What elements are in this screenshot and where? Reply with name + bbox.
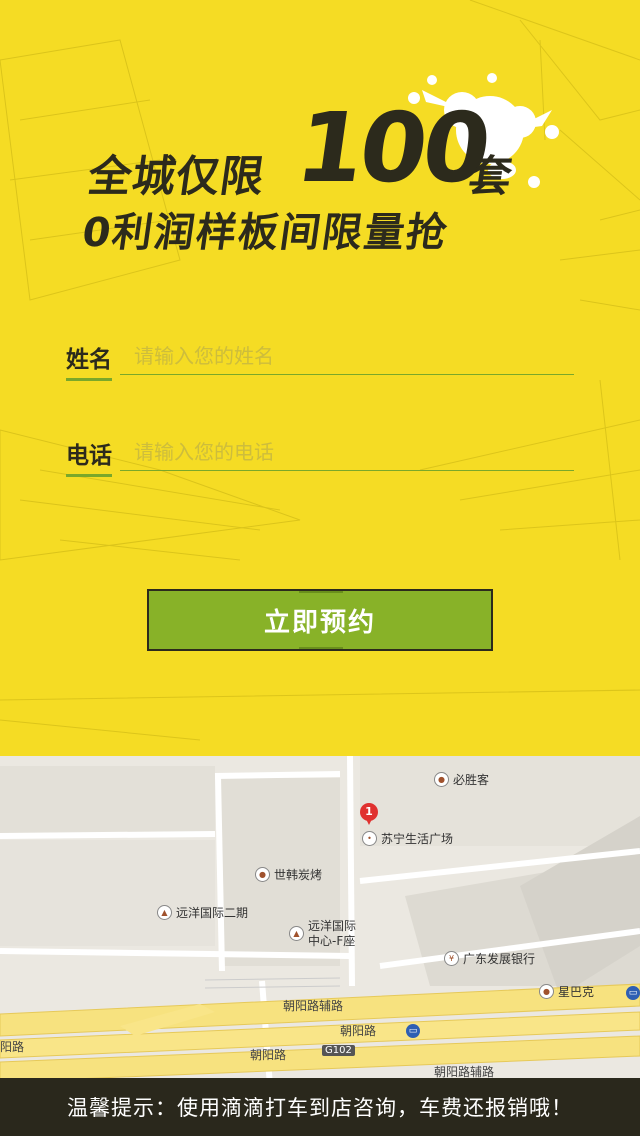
road-label: 朝阳路 [340,1024,377,1038]
poi-label: 中心-F座 [308,934,356,948]
phone-underline [120,470,574,471]
poi-label: 苏宁生活广场 [381,832,454,846]
footer-tip-bar: 温馨提示：使用滴滴打车到店咨询，车费还报销哦！ [0,1078,640,1136]
location-map[interactable]: ● 必胜客 • 苏宁生活广场 ● 世韩炭烤 ▲ 远洋国际二期 ▲ 远洋国际 中心… [0,756,640,1086]
book-now-button[interactable]: 立即预约 [147,589,493,651]
poi-pizza-hut[interactable]: ● 必胜客 [434,771,489,788]
poi-yuanyang-f[interactable]: ▲ 远洋国际 中心-F座 [289,919,356,949]
bus-stop-icon[interactable]: ▭ [406,1024,420,1038]
name-label: 姓名 [66,340,112,381]
location-dot-icon: • [362,831,377,846]
bus-stop-icon[interactable]: ▭ [626,986,640,1000]
name-underline [120,374,574,375]
poi-korean-bbq[interactable]: ● 世韩炭烤 [255,866,322,883]
headline-subtitle: 0利润样板间限量抢 [79,210,452,256]
button-notch-top [299,591,343,593]
poi-label: 广东发展银行 [463,952,536,966]
poi-label: 世韩炭烤 [274,868,323,882]
pizza-hut-icon: ● [434,772,449,787]
road-label: 朝阳路辅路 [283,999,344,1013]
phone-field: 电话 [66,436,576,477]
road-label: 朝阳路 [250,1048,287,1062]
name-input[interactable] [132,340,576,372]
map-marker-tail [365,817,373,825]
headline-suffix: 套 [464,152,515,202]
footer-tip-text: 温馨提示：使用滴滴打车到店咨询，车费还报销哦！ [67,1096,573,1120]
bank-icon: ¥ [444,951,459,966]
poi-yuanyang-phase2[interactable]: ▲ 远洋国际二期 [157,904,248,921]
button-notch-bottom [299,647,343,649]
poi-label: 必胜客 [453,773,490,787]
poi-label-group: 远洋国际 中心-F座 [308,919,356,949]
poi-starbucks[interactable]: ● 星巴克 [539,983,594,1000]
phone-input[interactable] [132,436,576,468]
poi-label: 远洋国际二期 [176,906,249,920]
phone-label: 电话 [66,436,112,477]
poi-suning[interactable]: • 苏宁生活广场 [362,830,453,847]
hero-section: 全城仅限 100 套 0利润样板间限量抢 姓名 电话 立即预约 [0,0,640,756]
promo-headline: 全城仅限 100 套 0利润样板间限量抢 [77,92,569,260]
building-icon: ▲ [157,905,172,920]
highway-badge: G102 [322,1045,355,1056]
headline-number: 100 [289,92,494,204]
building-icon: ▲ [289,926,304,941]
cafe-icon: ● [539,984,554,999]
book-now-label: 立即预约 [263,607,376,638]
headline-prefix: 全城仅限 [84,152,268,202]
poi-label: 星巴克 [558,985,595,999]
name-field: 姓名 [66,340,576,381]
poi-gdb-bank[interactable]: ¥ 广东发展银行 [444,950,535,967]
poi-label: 远洋国际 [308,919,357,933]
road-label: 阳路 [0,1040,25,1054]
restaurant-icon: ● [255,867,270,882]
